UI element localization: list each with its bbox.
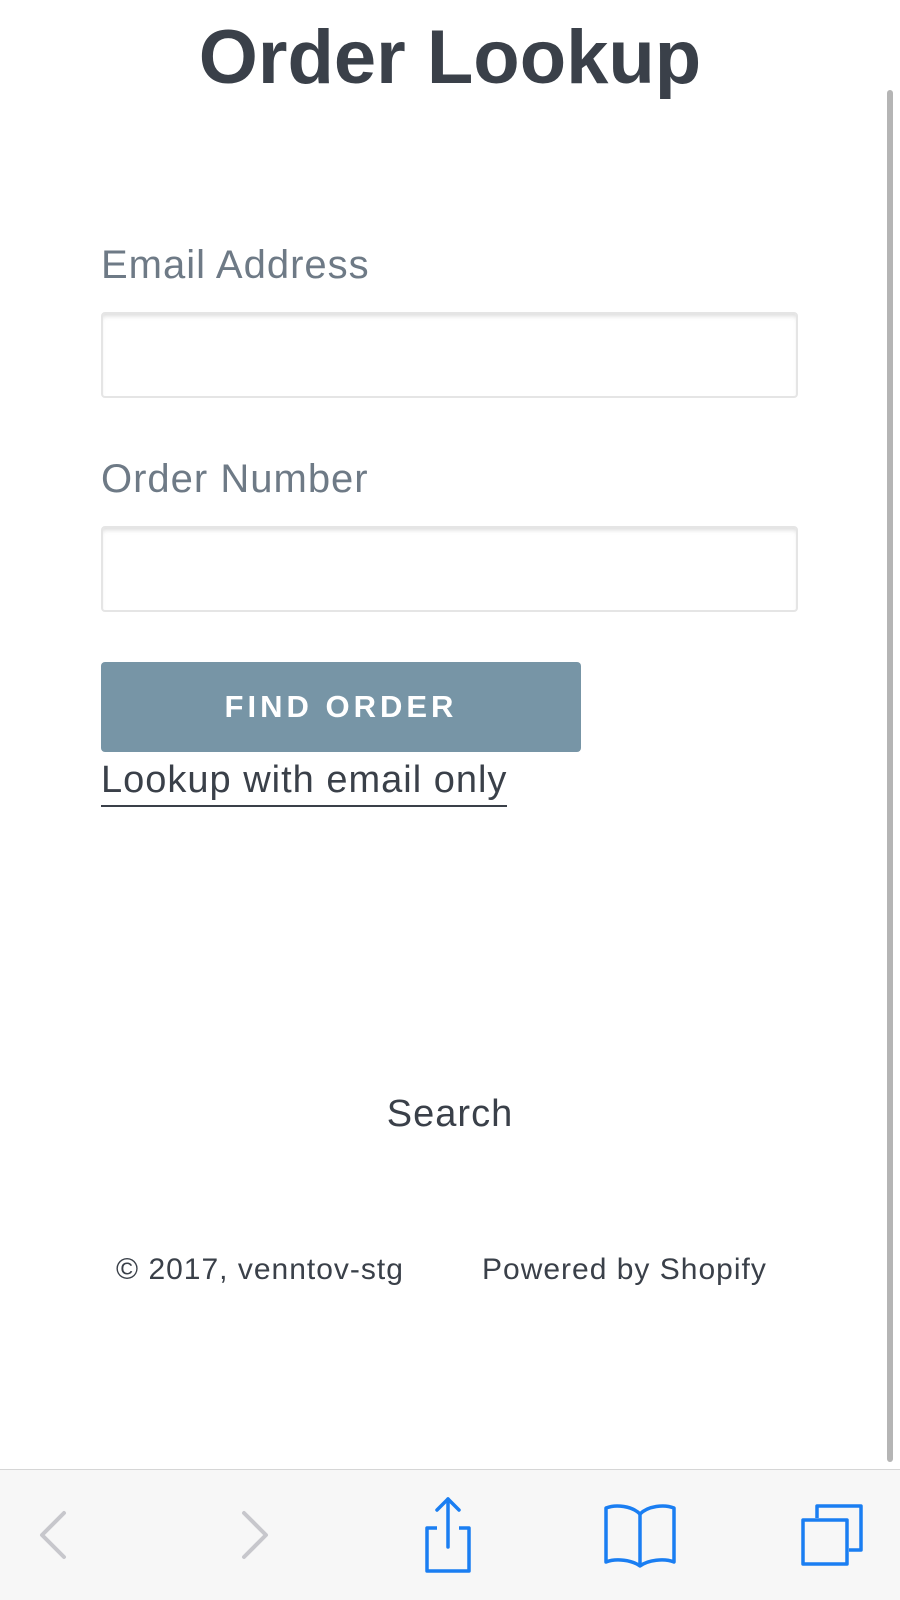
powered-by-shopify-link[interactable]: Powered by Shopify bbox=[482, 1252, 767, 1288]
lookup-email-only-link[interactable]: Lookup with email only bbox=[101, 757, 508, 807]
search-link[interactable]: Search bbox=[0, 1092, 900, 1136]
browser-toolbar bbox=[0, 1469, 900, 1600]
page-title: Order Lookup bbox=[198, 15, 702, 100]
tabs-icon bbox=[801, 1504, 863, 1566]
forward-button[interactable] bbox=[209, 1488, 299, 1582]
order-number-field[interactable] bbox=[101, 526, 798, 612]
footer-copyright: © 2017, venntov-stg bbox=[116, 1253, 404, 1286]
order-number-label: Order Number bbox=[101, 457, 369, 501]
chevron-right-icon bbox=[242, 1511, 268, 1559]
tabs-button[interactable] bbox=[787, 1488, 877, 1582]
find-order-button[interactable]: FIND ORDER bbox=[101, 662, 581, 752]
email-field[interactable] bbox=[101, 312, 798, 398]
bookmarks-button[interactable] bbox=[595, 1488, 685, 1582]
scroll-indicator[interactable] bbox=[887, 90, 893, 1462]
email-label: Email Address bbox=[101, 243, 370, 287]
bookmarks-icon bbox=[604, 1504, 676, 1568]
share-button[interactable] bbox=[403, 1488, 493, 1582]
chevron-left-icon bbox=[40, 1511, 66, 1559]
share-icon bbox=[425, 1497, 471, 1573]
back-button[interactable] bbox=[9, 1488, 99, 1582]
